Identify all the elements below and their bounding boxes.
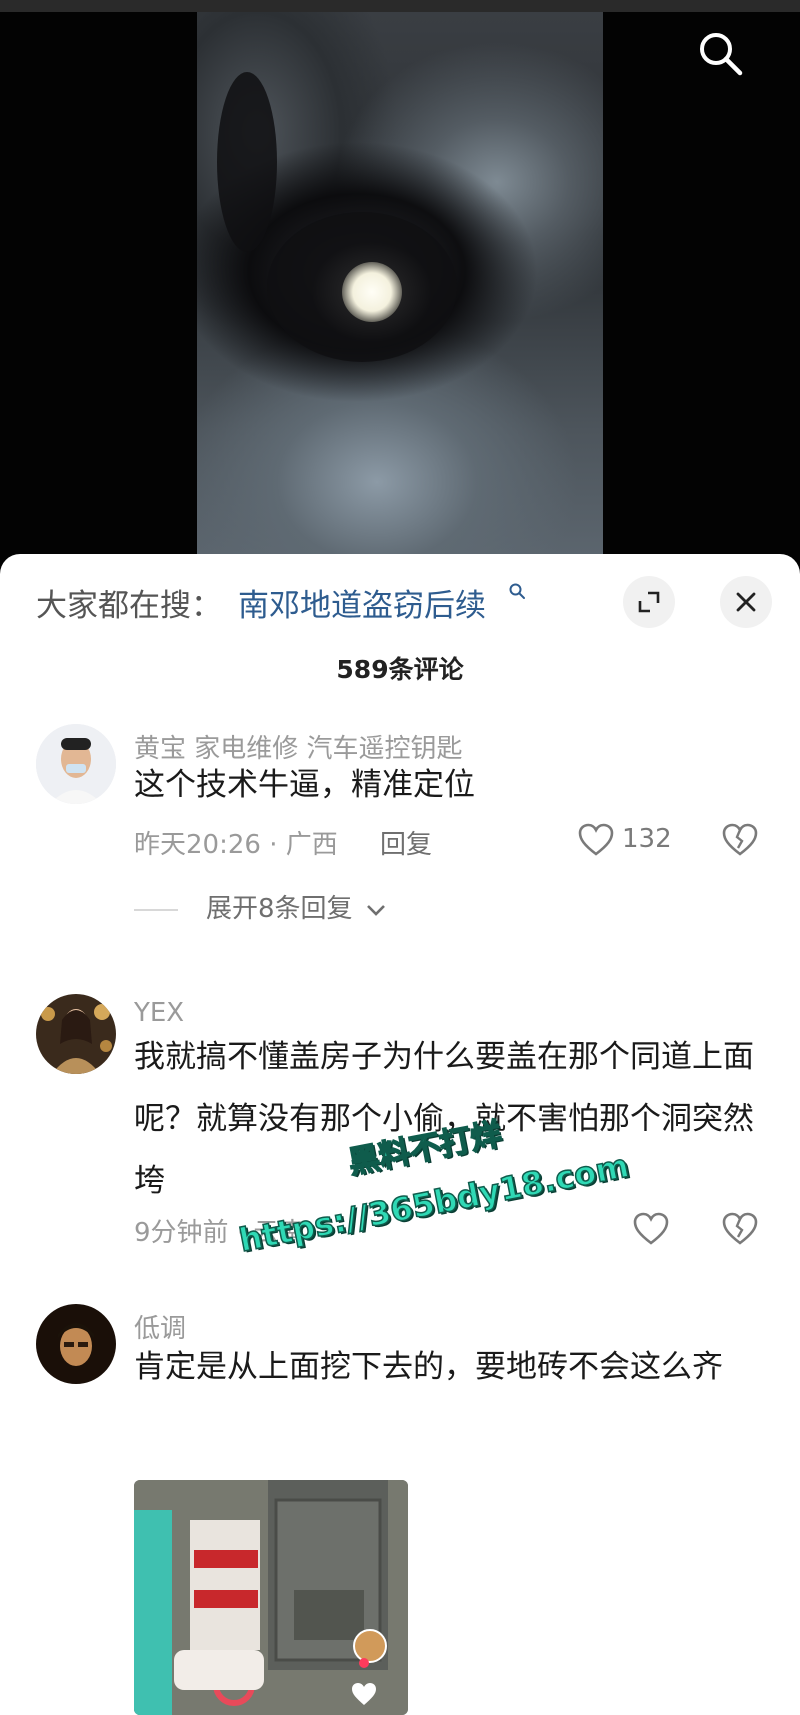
video-player[interactable] (0, 0, 800, 570)
comment-attached-image[interactable] (134, 1480, 408, 1715)
video-light (342, 262, 402, 322)
comment-count-title: 589条评论 (336, 655, 464, 684)
avatar-image (36, 724, 116, 804)
search-icon[interactable] (508, 582, 526, 600)
expand-replies-button[interactable]: 展开8条回复 (134, 888, 387, 925)
comment-item: 黄宝 家电维修 汽车遥控钥匙 这个技术牛逼，精准定位 昨天20:26 · 广西 … (0, 724, 800, 974)
trending-search-bar: 大家都在搜： 南邓地道盗窃后续 (0, 554, 800, 649)
comment-text: 肯定是从上面挖下去的，要地砖不会这么齐 (134, 1349, 723, 1385)
close-icon (736, 592, 756, 612)
avatar-image (36, 994, 116, 1074)
avatar-image (36, 1304, 116, 1384)
comment-time-location: 昨天20:26 · 广西 (134, 830, 338, 860)
chevron-down-icon (366, 904, 385, 916)
broken-heart-icon[interactable] (722, 823, 758, 857)
heart-icon[interactable] (633, 1212, 669, 1246)
broken-heart-icon[interactable] (722, 1212, 758, 1246)
close-button[interactable] (720, 576, 772, 628)
comment-username[interactable]: YEX (134, 998, 184, 1028)
search-icon[interactable] (695, 28, 745, 78)
reply-button[interactable]: 回复 (380, 824, 432, 861)
trending-search-link[interactable]: 南邓地道盗窃后续 (238, 580, 486, 625)
attached-photo (134, 1480, 408, 1715)
expand-replies-label: 展开8条回复 (206, 894, 353, 924)
like-count: 132 (622, 824, 672, 854)
avatar[interactable] (36, 1304, 116, 1384)
status-bar-strip (0, 0, 800, 12)
expand-sheet-button[interactable] (623, 576, 675, 628)
heart-icon[interactable] (578, 823, 614, 857)
divider-line (134, 908, 178, 911)
comment-text: 这个技术牛逼，精准定位 (134, 767, 475, 803)
video-frame[interactable] (197, 12, 603, 570)
expand-icon (638, 591, 660, 613)
video-shadow (217, 72, 277, 252)
avatar[interactable] (36, 724, 116, 804)
avatar[interactable] (36, 994, 116, 1074)
trending-search-prefix: 大家都在搜： (36, 588, 222, 624)
